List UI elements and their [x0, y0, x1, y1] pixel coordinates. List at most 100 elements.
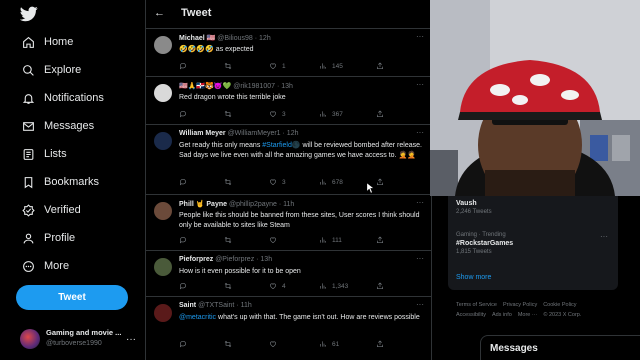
- tweet-item[interactable]: Pieforprez @Pieforprez · 13h ··· How is …: [146, 250, 431, 296]
- tweet-handle[interactable]: @rik1981007 · 13h: [233, 83, 293, 90]
- avatar[interactable]: [154, 84, 172, 102]
- views-button[interactable]: 1,343: [319, 282, 348, 290]
- sidebar-item-profile[interactable]: Profile: [20, 227, 75, 249]
- hashtag-link[interactable]: #Starfield: [262, 142, 292, 149]
- reply-button[interactable]: [179, 178, 192, 186]
- tweet-item[interactable]: William Meyer @WilliamMeyer1 · 12h ··· G…: [146, 124, 431, 194]
- share-button[interactable]: [376, 282, 384, 290]
- sidebar-item-verified[interactable]: Verified: [20, 199, 81, 221]
- tweet-author-name[interactable]: 🇺🇸🙏🇩🇴🐯😈💚: [179, 83, 231, 90]
- trend-item[interactable]: Vaush 2,246 Tweets: [456, 198, 492, 215]
- sidebar-item-notifications[interactable]: Notifications: [20, 87, 104, 109]
- trend-item[interactable]: Gaming · Trending #RockstarGames 1,815 T…: [456, 232, 513, 255]
- tweet-more-icon[interactable]: ···: [416, 128, 424, 137]
- avatar[interactable]: [154, 132, 172, 150]
- tweet-item[interactable]: Phill 🤘 Payne @phillip2payne · 11h ··· P…: [146, 194, 431, 250]
- sidebar-item-bookmarks[interactable]: Bookmarks: [20, 171, 99, 193]
- reply-button[interactable]: [179, 110, 192, 118]
- reply-button[interactable]: [179, 340, 192, 348]
- views-icon: [320, 111, 326, 117]
- tweet-actions: 111: [179, 236, 389, 246]
- footer-link[interactable]: Terms of Service: [456, 302, 497, 308]
- avatar[interactable]: [154, 304, 172, 322]
- tweet-author-name[interactable]: Saint: [179, 302, 196, 309]
- views-count: 678: [332, 178, 343, 186]
- footer-link[interactable]: More ···: [518, 312, 538, 318]
- tweet-handle[interactable]: @WilliamMeyer1 · 12h: [228, 130, 299, 137]
- like-button[interactable]: 1: [269, 62, 286, 70]
- tweet-author-name[interactable]: William Meyer: [179, 130, 226, 137]
- account-menu-icon[interactable]: ···: [126, 334, 136, 345]
- like-button[interactable]: 3: [269, 110, 286, 118]
- messages-drawer[interactable]: Messages: [480, 335, 640, 360]
- views-button[interactable]: 111: [319, 236, 342, 244]
- tweet-item[interactable]: Saint @TXTSaint · 11h ··· @metacritic wh…: [146, 296, 431, 360]
- footer-link[interactable]: Accessibility: [456, 312, 486, 318]
- share-button[interactable]: [376, 110, 384, 118]
- views-button[interactable]: 367: [319, 110, 343, 118]
- search-icon: [20, 62, 36, 78]
- account-switcher[interactable]: Gaming and movie ... @turboverse1990 ···: [20, 326, 138, 354]
- tweet-item[interactable]: 🇺🇸🙏🇩🇴🐯😈💚 @rik1981007 · 13h ··· Red drago…: [146, 76, 431, 124]
- tweet-item[interactable]: Michael 🇺🇸 @Bilious98 · 12h ··· 🤣🤣🤣🤣 as …: [146, 28, 431, 76]
- retweet-button[interactable]: [224, 110, 237, 118]
- more-icon: [20, 258, 36, 274]
- retweet-button[interactable]: [224, 282, 237, 290]
- footer-link[interactable]: Privacy Policy: [503, 302, 537, 308]
- sidebar-item-more[interactable]: More: [20, 255, 69, 277]
- like-button[interactable]: [269, 236, 282, 244]
- footer-link[interactable]: Ads info: [492, 312, 512, 318]
- sidebar-item-home[interactable]: Home: [20, 31, 73, 53]
- reply-button[interactable]: [179, 62, 192, 70]
- tweet-handle[interactable]: @Bilious98 · 12h: [217, 35, 270, 42]
- share-button[interactable]: [376, 340, 384, 348]
- tweet-author-name[interactable]: Phill 🤘 Payne: [179, 201, 227, 208]
- tweet-text: How is it even possible for it to be ope…: [179, 268, 301, 275]
- footer-link[interactable]: Cookie Policy: [543, 302, 576, 308]
- tweet-button[interactable]: Tweet: [16, 285, 128, 310]
- share-button[interactable]: [376, 62, 384, 70]
- reply-button[interactable]: [179, 282, 192, 290]
- tweet-meta: Phill 🤘 Payne @phillip2payne · 11h: [179, 200, 294, 208]
- sidebar-item-messages[interactable]: Messages: [20, 115, 94, 137]
- share-button[interactable]: [376, 178, 384, 186]
- tweet-handle[interactable]: @Pieforprez · 13h: [215, 256, 272, 263]
- tweet-more-icon[interactable]: ···: [416, 32, 424, 41]
- avatar[interactable]: [154, 258, 172, 276]
- like-button[interactable]: 3: [269, 178, 286, 186]
- tweet-more-icon[interactable]: ···: [416, 300, 424, 309]
- views-button[interactable]: 61: [319, 340, 339, 348]
- avatar[interactable]: [154, 202, 172, 220]
- tweet-author-name[interactable]: Pieforprez: [179, 256, 213, 263]
- trend-more-icon[interactable]: ···: [600, 232, 608, 241]
- tweet-author-name[interactable]: Michael 🇺🇸: [179, 35, 215, 42]
- reply-icon: [179, 63, 186, 70]
- heart-icon: [269, 179, 277, 186]
- reply-button[interactable]: [179, 236, 192, 244]
- tweet-more-icon[interactable]: ···: [416, 198, 424, 207]
- page-title: Tweet: [181, 7, 212, 19]
- tweet-actions: 3 678: [179, 178, 389, 188]
- twitter-bird-logo[interactable]: [20, 6, 38, 22]
- retweet-button[interactable]: [224, 178, 237, 186]
- like-button[interactable]: [269, 340, 282, 348]
- retweet-button[interactable]: [224, 236, 237, 244]
- tweet-more-icon[interactable]: ···: [416, 254, 424, 263]
- retweet-button[interactable]: [224, 62, 237, 70]
- tweet-meta: William Meyer @WilliamMeyer1 · 12h: [179, 130, 298, 137]
- tweet-handle[interactable]: @phillip2payne · 11h: [229, 201, 294, 208]
- tweet-handle[interactable]: @TXTSaint · 11h: [198, 302, 252, 309]
- back-arrow-icon[interactable]: ←: [154, 7, 165, 19]
- share-button[interactable]: [376, 236, 384, 244]
- views-button[interactable]: 678: [319, 178, 343, 186]
- show-more-link[interactable]: Show more: [456, 274, 491, 281]
- views-button[interactable]: 145: [319, 62, 343, 70]
- like-button[interactable]: 4: [269, 282, 286, 290]
- avatar[interactable]: [154, 36, 172, 54]
- mention-link[interactable]: @metacritic: [179, 314, 216, 321]
- retweet-button[interactable]: [224, 340, 237, 348]
- footer-links: Terms of Service Privacy Policy Cookie Pol…: [456, 300, 626, 320]
- sidebar-item-lists[interactable]: Lists: [20, 143, 67, 165]
- sidebar-item-explore[interactable]: Explore: [20, 59, 81, 81]
- tweet-more-icon[interactable]: ···: [416, 80, 424, 89]
